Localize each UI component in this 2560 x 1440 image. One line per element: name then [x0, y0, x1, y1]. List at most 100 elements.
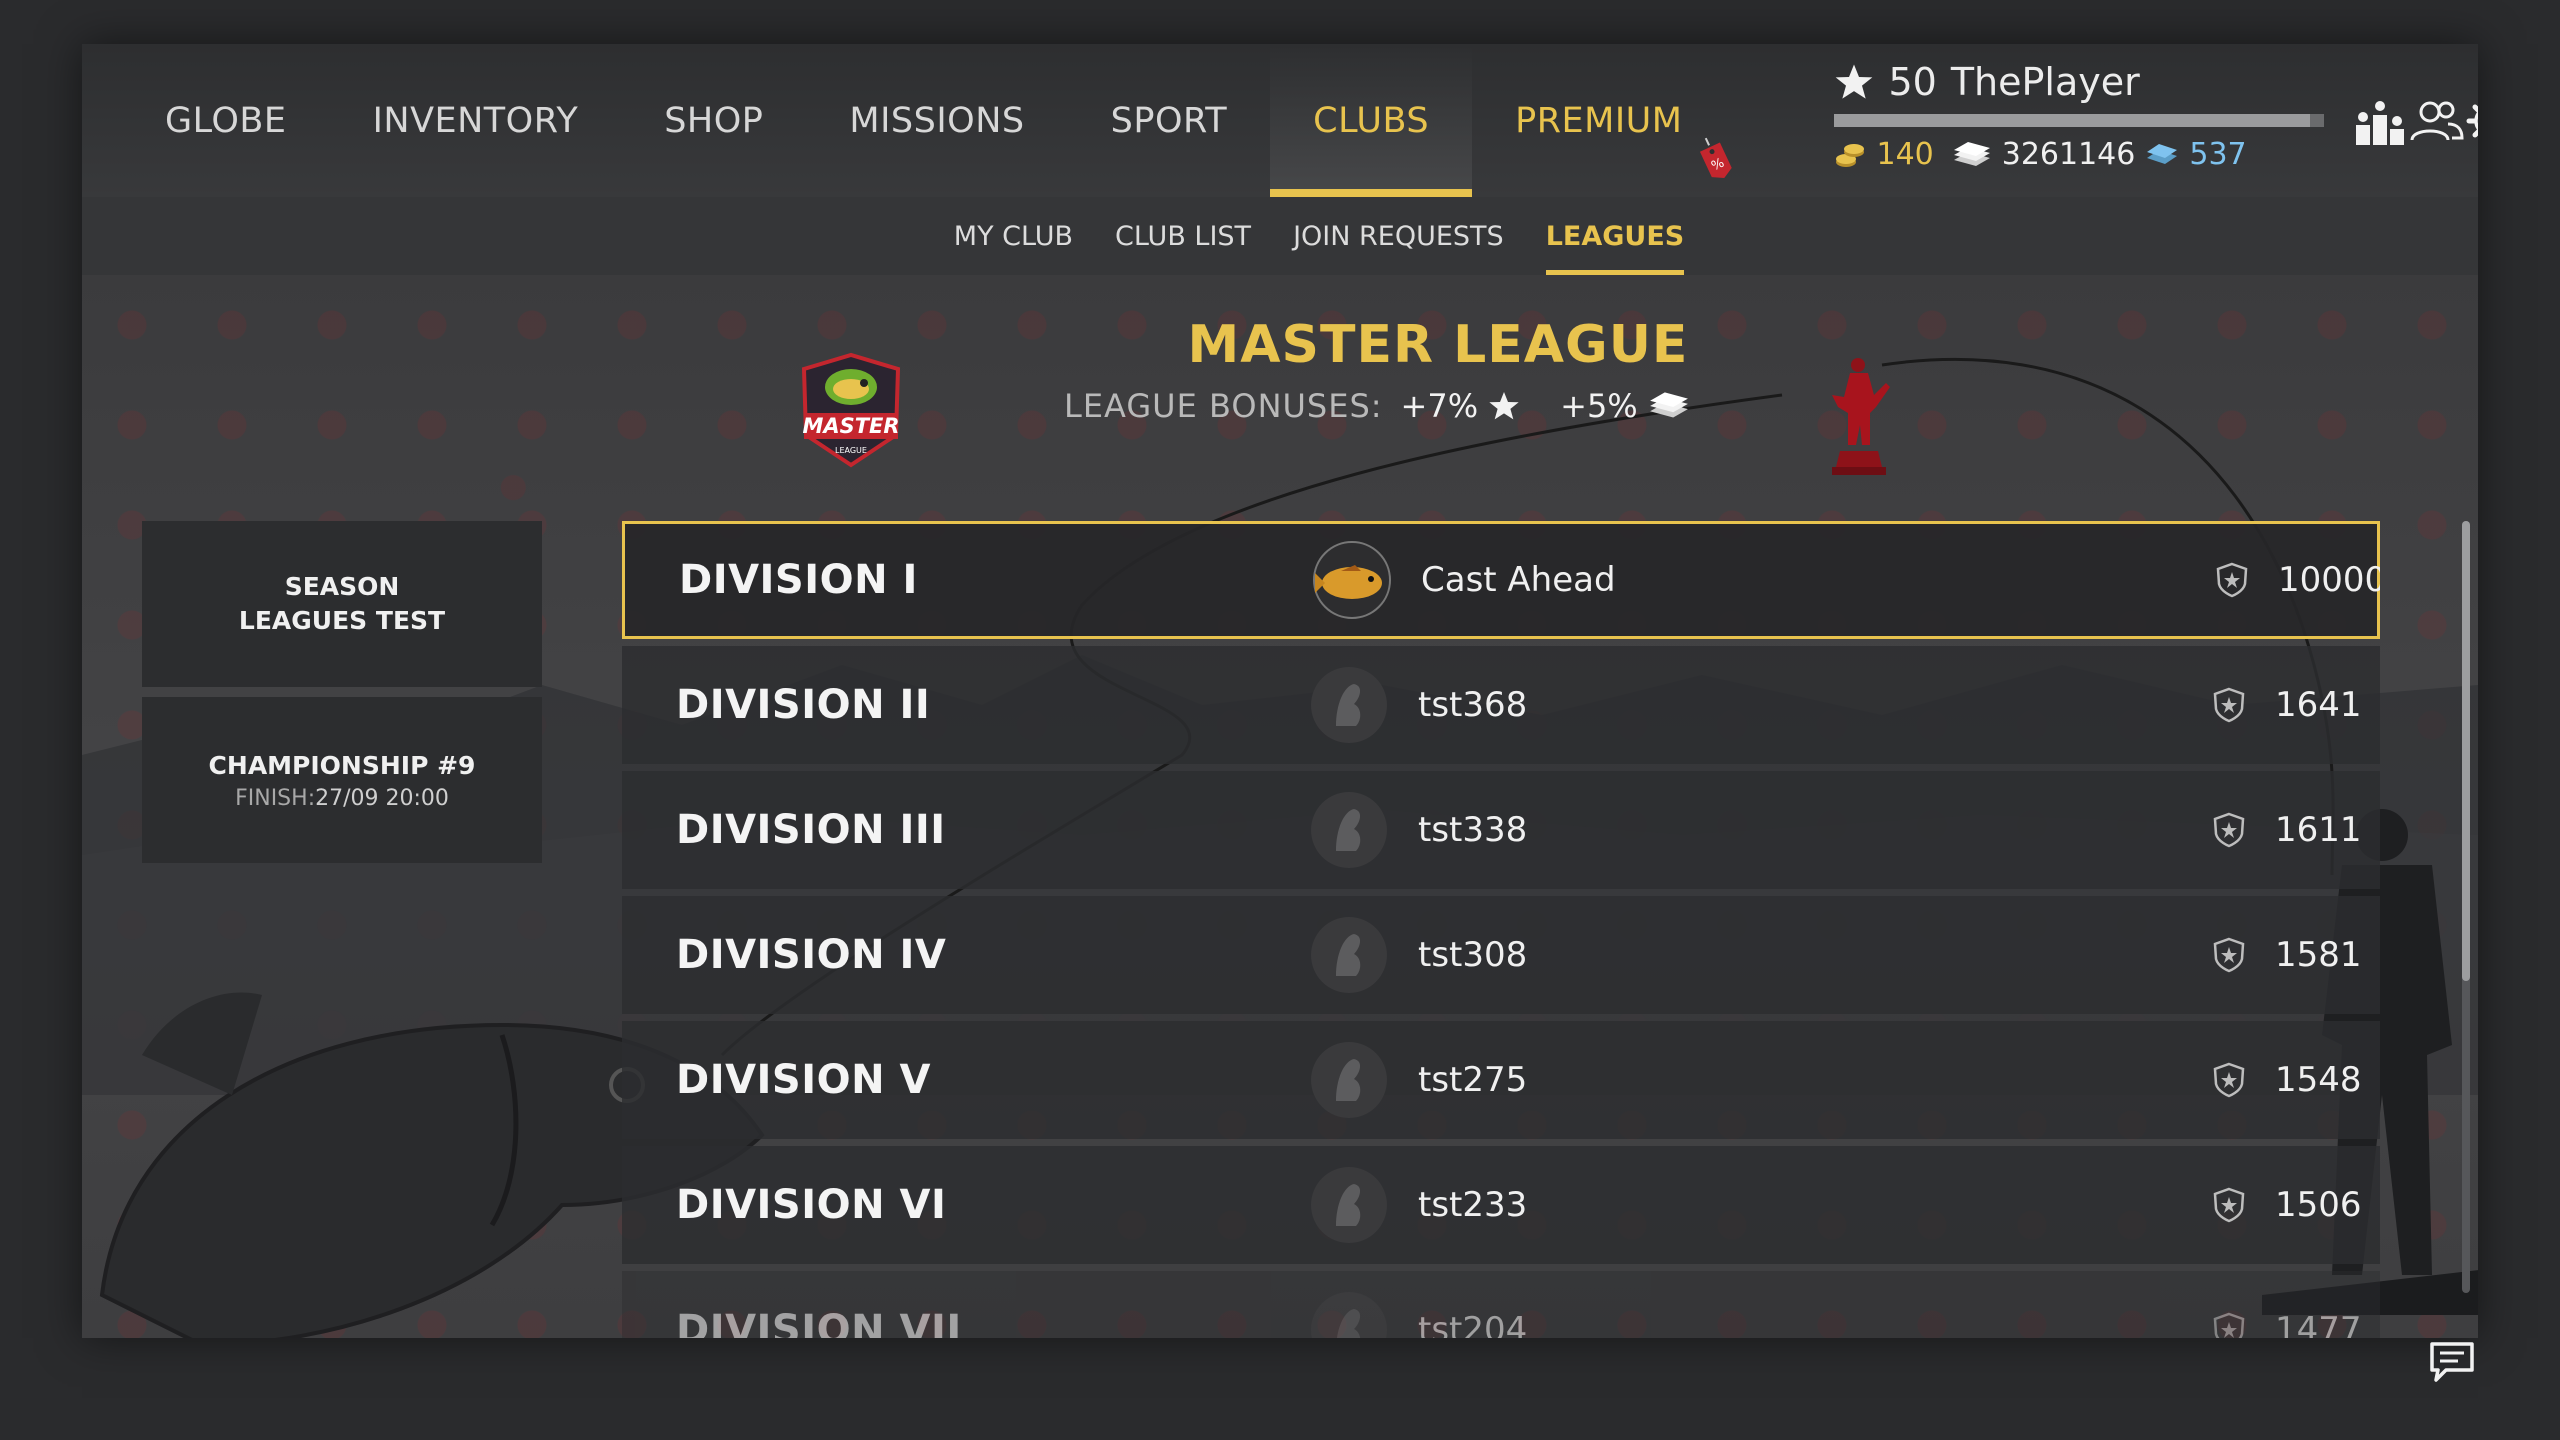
tab-clubs-label: CLUBS [1313, 100, 1430, 141]
scrollbar-thumb[interactable] [2462, 521, 2470, 981]
division-name: DIVISION III [676, 807, 946, 853]
leaderboard-button[interactable] [2352, 44, 2408, 197]
club-emblem-icon [1311, 1292, 1387, 1338]
league-title: MASTER LEAGUE [1187, 315, 1689, 375]
division-list-scrollbar[interactable] [2462, 521, 2470, 1293]
season-line2: LEAGUES TEST [238, 606, 446, 635]
division-name: DIVISION V [676, 1057, 931, 1103]
club-name: tst338 [1418, 810, 1528, 850]
logo-subtext: LEAGUE [835, 446, 867, 455]
division-name: DIVISION I [679, 557, 918, 603]
finish-label: FINISH: [235, 786, 316, 812]
shield-icon [2213, 812, 2245, 848]
leaderboard-icon [2356, 100, 2405, 145]
division-row[interactable]: DIVISION III tst338 1611 [622, 771, 2380, 889]
division-row[interactable]: DIVISION V tst275 1548 [622, 1021, 2380, 1139]
finish-value: 27/09 20:00 [315, 786, 449, 812]
division-row[interactable]: DIVISION IV tst308 1581 [622, 896, 2380, 1014]
division-name: DIVISION VI [676, 1182, 947, 1228]
division-points: 1477 [2275, 1310, 2362, 1338]
bonus-silver-value: +5% [1560, 387, 1638, 425]
bonus-silver: +5% [1560, 387, 1690, 425]
club-emblem-icon [1311, 667, 1387, 743]
tab-missions-label: MISSIONS [849, 100, 1025, 141]
division-points: 1506 [2275, 1185, 2362, 1225]
club-name: tst308 [1418, 935, 1528, 975]
club-name: Cast Ahead [1421, 560, 1616, 600]
gold-coins-icon [1836, 143, 1865, 167]
division-row[interactable]: DIVISION I Cast Ahead 10000 [622, 521, 2380, 639]
club-emblem-icon [1311, 917, 1387, 993]
settings-button[interactable] [2466, 44, 2478, 197]
club-emblem-icon [1311, 792, 1387, 868]
bonus-xp: +7% [1401, 387, 1521, 425]
silver-amount: 3261146 [2001, 137, 2136, 172]
tab-clubs[interactable]: CLUBS [1270, 44, 1473, 197]
silver-cash-icon [1649, 392, 1688, 418]
league-bonuses: LEAGUE BONUSES: +7% +5% [1064, 387, 1690, 425]
season-line1: SEASON [284, 572, 400, 602]
gold-amount: 140 [1876, 137, 1934, 172]
xp-progress-fill [1834, 114, 2310, 127]
silver-cash-icon [1953, 141, 1990, 166]
friends-icon [2410, 101, 2464, 141]
bonus-xp-value: +7% [1400, 387, 1479, 425]
currency-row: 140 3261146 537 [1834, 137, 2324, 172]
friends-button[interactable] [2408, 44, 2466, 197]
division-list: DIVISION I Cast Ahead 10000 DIVISION II … [622, 521, 2380, 1338]
main-tabs: GLOBE INVENTORY SHOP MISSIONS SPORT CLUB… [82, 44, 1744, 197]
tab-inventory-label: INVENTORY [372, 100, 579, 141]
club-emblem-icon [1311, 1042, 1387, 1118]
shield-icon [2216, 562, 2248, 598]
trophy-icon [1832, 358, 1890, 475]
logo-text: MASTER [802, 414, 899, 438]
shield-icon [2213, 937, 2245, 973]
division-row[interactable]: DIVISION VII tst204 1477 [622, 1271, 2380, 1338]
tab-inventory[interactable]: INVENTORY [330, 44, 622, 197]
division-name: DIVISION IV [676, 932, 947, 978]
subtab-join-requests[interactable]: JOIN REQUESTS [1293, 197, 1504, 275]
player-row: 50 ThePlayer [1834, 60, 2324, 104]
club-name: tst368 [1418, 685, 1528, 725]
club-emblem-icon [1313, 541, 1391, 619]
club-name: tst275 [1418, 1060, 1528, 1100]
tab-missions[interactable]: MISSIONS [806, 44, 1067, 197]
shield-icon [2213, 1187, 2245, 1223]
player-level: 50 [1888, 60, 1937, 104]
season-card[interactable]: SEASON LEAGUES TEST [142, 521, 542, 687]
tab-sport[interactable]: SPORT [1068, 44, 1271, 197]
subtab-my-club[interactable]: MY CLUB [954, 197, 1073, 275]
subtab-club-list[interactable]: CLUB LIST [1115, 197, 1251, 275]
player-name: ThePlayer [1950, 60, 2140, 104]
club-name: tst233 [1418, 1185, 1528, 1225]
championship-card[interactable]: CHAMPIONSHIP #9 FINISH:27/09 20:00 [142, 697, 542, 863]
subtab-join-requests-label: JOIN REQUESTS [1293, 220, 1504, 252]
tab-globe[interactable]: GLOBE [122, 44, 330, 197]
sale-tag-icon: % [1700, 137, 1733, 178]
club-subnavigation: MY CLUB CLUB LIST JOIN REQUESTS LEAGUES [82, 197, 2478, 275]
baitcoin-icon [2147, 143, 2178, 164]
subtab-club-list-label: CLUB LIST [1115, 220, 1252, 252]
championship-title: CHAMPIONSHIP #9 [208, 750, 476, 780]
chat-icon[interactable] [2428, 1340, 2476, 1384]
tab-shop[interactable]: SHOP [621, 44, 806, 197]
star-icon [1836, 64, 1873, 99]
player-info[interactable]: 50 ThePlayer 140 3261146 537 [1802, 44, 2352, 197]
baitcoin-amount: 537 [2189, 137, 2247, 172]
division-row[interactable]: DIVISION VI tst233 1506 [622, 1146, 2380, 1264]
tab-premium-label: PREMIUM [1515, 100, 1683, 141]
subtab-leagues[interactable]: LEAGUES [1545, 197, 1684, 275]
xp-progress-bar [1834, 114, 2325, 127]
division-points: 1548 [2275, 1060, 2362, 1100]
tab-premium[interactable]: PREMIUM % [1472, 44, 1744, 197]
tab-shop-label: SHOP [664, 100, 764, 141]
division-row[interactable]: DIVISION II tst368 1641 [622, 646, 2380, 764]
master-league-logo: MASTER LEAGUE [801, 352, 901, 468]
star-icon [1489, 392, 1519, 420]
division-points: 1641 [2275, 685, 2362, 725]
division-points: 1581 [2275, 935, 2362, 975]
club-emblem-icon [1311, 1167, 1387, 1243]
top-navigation: GLOBE INVENTORY SHOP MISSIONS SPORT CLUB… [82, 44, 2478, 197]
bonus-label: LEAGUE BONUSES: [1064, 387, 1383, 425]
division-points: 1611 [2275, 810, 2362, 850]
